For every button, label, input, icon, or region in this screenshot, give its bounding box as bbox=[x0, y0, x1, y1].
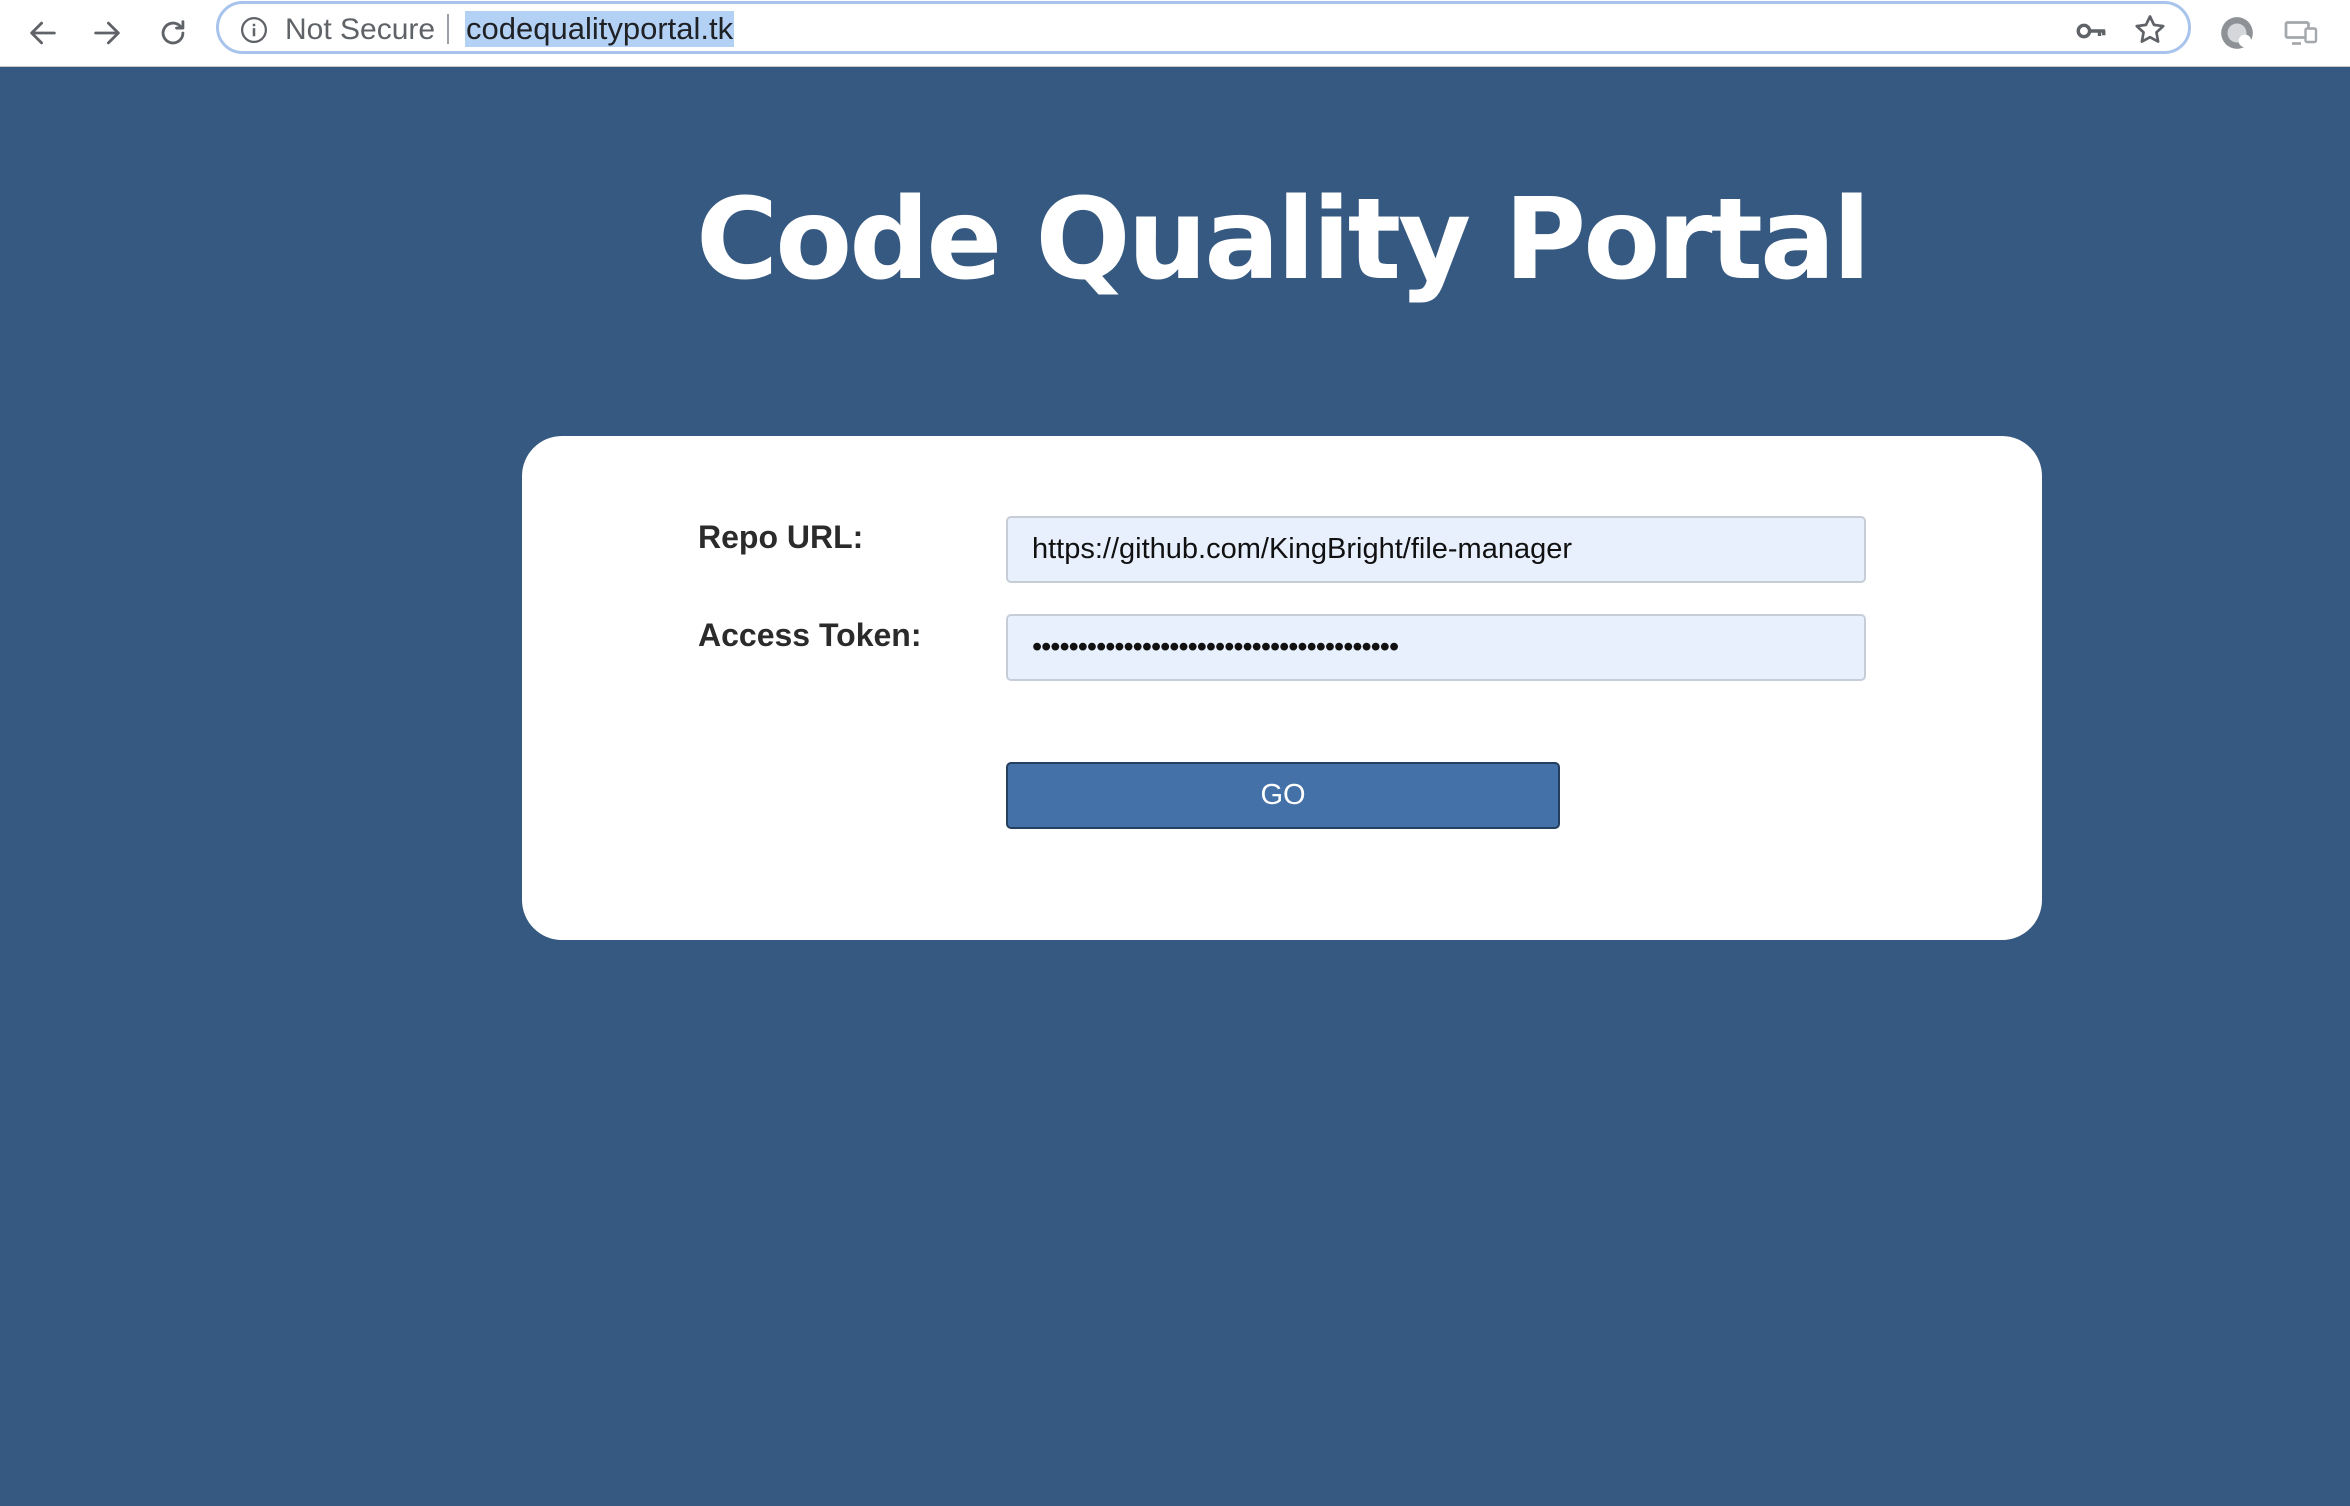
reload-icon bbox=[161, 20, 185, 45]
back-arrow-icon bbox=[30, 21, 56, 45]
security-status-label[interactable]: Not Secure bbox=[285, 13, 435, 47]
browser-toolbar: Not Secure codequalityportal.tk bbox=[0, 0, 2350, 67]
go-button[interactable]: GO bbox=[1006, 762, 1560, 829]
access-token-input[interactable] bbox=[1006, 614, 1866, 681]
address-bar[interactable]: Not Secure codequalityportal.tk bbox=[216, 1, 2191, 54]
back-button[interactable] bbox=[18, 8, 68, 58]
omnibox-divider bbox=[447, 14, 449, 44]
profile-icon bbox=[2221, 17, 2253, 49]
forward-arrow-icon bbox=[94, 21, 120, 45]
profile-button[interactable] bbox=[2212, 8, 2262, 58]
star-icon[interactable] bbox=[2132, 12, 2168, 48]
cast-icon bbox=[2284, 21, 2318, 45]
access-token-label: Access Token: bbox=[698, 617, 922, 653]
page-title: Code Quality Portal bbox=[696, 175, 1871, 305]
repo-form-card: Repo URL: Access Token: GO bbox=[522, 436, 2042, 940]
forward-button[interactable] bbox=[82, 8, 132, 58]
info-icon[interactable] bbox=[239, 15, 269, 45]
reload-button[interactable] bbox=[148, 8, 198, 58]
cast-button[interactable] bbox=[2276, 8, 2326, 58]
repo-url-input[interactable] bbox=[1006, 516, 1866, 583]
key-icon[interactable] bbox=[2074, 14, 2108, 48]
repo-url-label: Repo URL: bbox=[698, 519, 864, 555]
url-text[interactable]: codequalityportal.tk bbox=[465, 11, 735, 47]
